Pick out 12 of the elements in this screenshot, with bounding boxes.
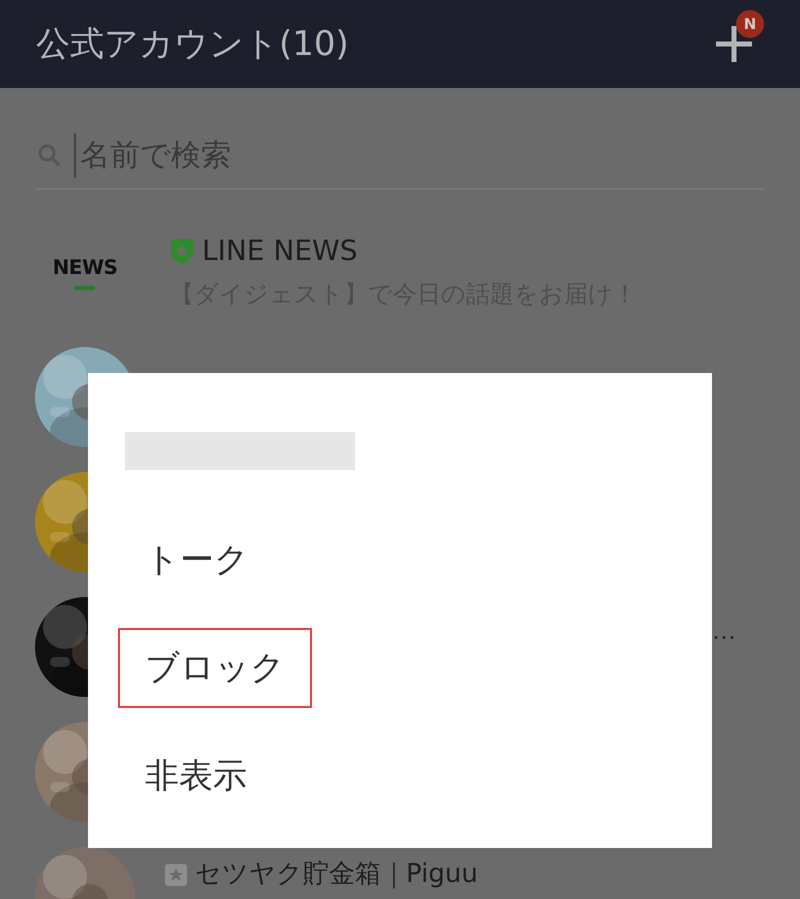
account-name: LINE NEWS <box>202 233 358 269</box>
logo-underline <box>75 286 95 290</box>
menu-item[interactable]: 非表示 <box>118 736 274 816</box>
notification-badge: N <box>736 10 764 38</box>
menu-item[interactable]: トーク <box>118 520 276 600</box>
verified-shield-icon <box>170 237 194 265</box>
star-badge-icon <box>165 864 187 886</box>
news-logo: NEWS <box>52 254 118 281</box>
menu-item[interactable]: ブロック <box>118 628 312 708</box>
account-name: セツヤク貯金箱｜Piguu <box>195 858 478 891</box>
header-title: 公式アカウント(10) <box>36 22 349 66</box>
truncated-text: … <box>712 616 736 647</box>
